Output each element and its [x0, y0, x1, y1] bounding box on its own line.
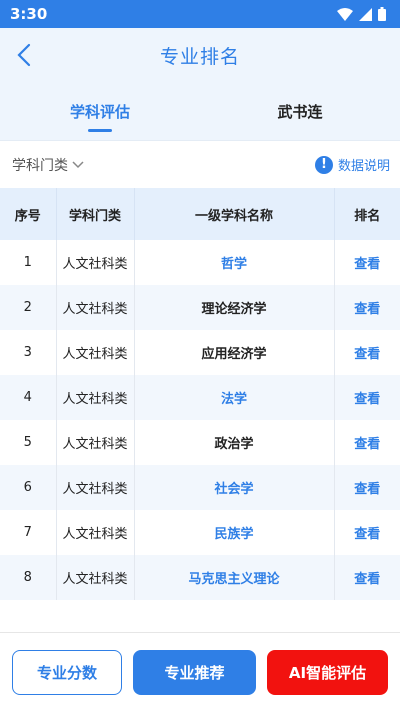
table-row: 1 人文社科类 哲学 查看	[0, 240, 400, 285]
signal-icon	[359, 7, 372, 21]
major-score-button[interactable]: 专业分数	[12, 650, 122, 695]
status-bar: 3:30	[0, 0, 400, 28]
cell-category: 人文社科类	[56, 375, 135, 420]
view-ranking-link[interactable]: 查看	[334, 285, 400, 330]
chevron-down-icon	[72, 160, 84, 168]
battery-icon	[378, 7, 386, 21]
cell-subject-name[interactable]: 马克思主义理论	[134, 555, 335, 600]
table-row: 7 人文社科类 民族学 查看	[0, 510, 400, 555]
cell-no: 7	[0, 510, 57, 555]
table-row: 3 人文社科类 应用经济学 查看	[0, 330, 400, 375]
column-header-ranking: 排名	[354, 208, 381, 224]
wifi-icon	[337, 7, 353, 21]
table-row: 6 人文社科类 社会学 查看	[0, 465, 400, 510]
status-time: 3:30	[10, 5, 48, 23]
table-row: 2 人文社科类 理论经济学 查看	[0, 285, 400, 330]
ai-evaluation-button[interactable]: AI智能评估	[267, 650, 388, 695]
filter-row: 学科门类 ! 数据说明	[0, 140, 400, 188]
status-icons	[337, 7, 386, 21]
cell-no: 4	[0, 375, 57, 420]
data-info-button[interactable]: ! 数据说明	[314, 155, 390, 174]
cell-subject-name: 政治学	[134, 420, 335, 465]
category-filter-label: 学科门类	[12, 157, 68, 174]
page-title: 专业排名	[159, 45, 240, 68]
view-ranking-link[interactable]: 查看	[334, 555, 400, 600]
cell-category: 人文社科类	[56, 240, 135, 285]
table-row: 4 人文社科类 法学 查看	[0, 375, 400, 420]
cell-subject-name: 理论经济学	[134, 285, 335, 330]
chevron-left-icon	[17, 43, 31, 67]
bottom-action-bar: 专业分数 专业推荐 AI智能评估	[0, 632, 400, 712]
cell-subject-name[interactable]: 民族学	[134, 510, 335, 555]
back-button[interactable]	[10, 41, 38, 69]
table-row: 5 人文社科类 政治学 查看	[0, 420, 400, 465]
cell-subject-name: 应用经济学	[134, 330, 335, 375]
tab-label: 武书连	[277, 102, 323, 121]
cell-category: 人文社科类	[56, 330, 135, 375]
table-row: 8 人文社科类 马克思主义理论 查看	[0, 555, 400, 600]
major-recommend-button[interactable]: 专业推荐	[133, 650, 256, 695]
cell-category: 人文社科类	[56, 420, 135, 465]
tab-subject-evaluation[interactable]: 学科评估	[0, 82, 200, 140]
tab-bar: 学科评估 武书连	[0, 82, 400, 140]
cell-category: 人文社科类	[56, 465, 135, 510]
cell-category: 人文社科类	[56, 510, 135, 555]
view-ranking-link[interactable]: 查看	[334, 375, 400, 420]
tab-active-indicator	[88, 129, 112, 132]
cell-no: 1	[0, 240, 57, 285]
cell-no: 6	[0, 465, 57, 510]
cell-no: 5	[0, 420, 57, 465]
column-header-no: 序号	[0, 188, 57, 240]
cell-subject-name[interactable]: 法学	[134, 375, 335, 420]
data-info-label: 数据说明	[337, 159, 390, 174]
view-ranking-link[interactable]: 查看	[334, 420, 400, 465]
cell-subject-name[interactable]: 社会学	[134, 465, 335, 510]
cell-category: 人文社科类	[56, 555, 135, 600]
cell-no: 2	[0, 285, 57, 330]
view-ranking-link[interactable]: 查看	[334, 330, 400, 375]
tab-label: 学科评估	[69, 102, 130, 121]
table-header-row: 序号 学科门类 一级学科名称 排名	[0, 188, 400, 240]
column-header-subject-name: 一级学科名称	[134, 188, 335, 240]
category-filter-dropdown[interactable]: 学科门类	[12, 155, 84, 175]
nav-bar: 专业排名	[0, 28, 400, 82]
view-ranking-link[interactable]: 查看	[334, 510, 400, 555]
info-icon: !	[314, 155, 333, 174]
cell-no: 8	[0, 555, 57, 600]
ranking-table: 序号 学科门类 一级学科名称 排名 1 人文社科类 哲学 查看 2 人文社科类 理论经济学查…	[0, 188, 400, 600]
column-header-category: 学科门类	[56, 188, 135, 240]
cell-no: 3	[0, 330, 57, 375]
view-ranking-link[interactable]: 查看	[334, 465, 400, 510]
cell-subject-name[interactable]: 哲学	[134, 240, 335, 285]
cell-category: 人文社科类	[56, 285, 135, 330]
tab-wushulian[interactable]: 武书连	[200, 82, 400, 140]
view-ranking-link[interactable]: 查看	[334, 240, 400, 285]
